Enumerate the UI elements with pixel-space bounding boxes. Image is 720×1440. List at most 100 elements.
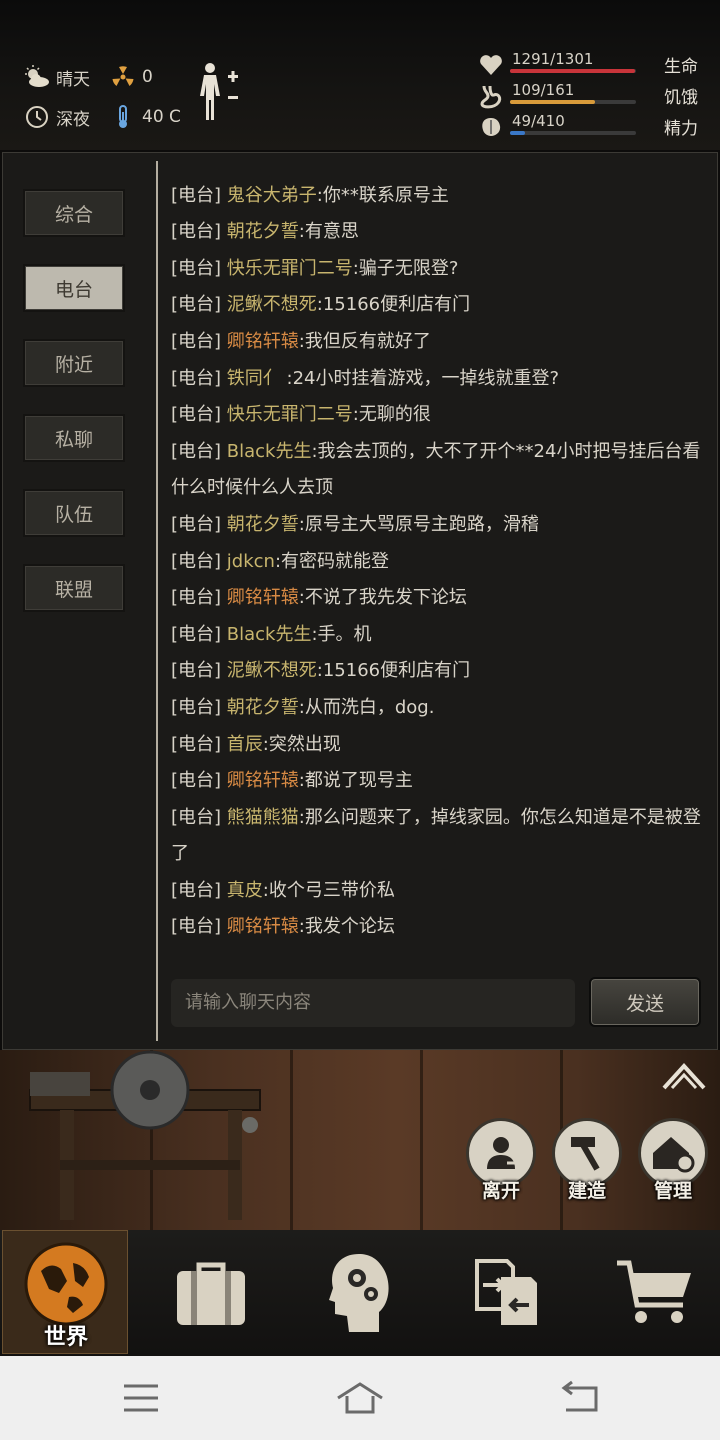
chat-channel-tag: [电台] (171, 367, 222, 389)
nav-world-label: 世界 (43, 1325, 88, 1350)
clock-icon (26, 106, 48, 128)
chat-channel-tag: [电台] (171, 330, 222, 352)
expand-chevron-icon[interactable] (662, 1060, 706, 1092)
suitcase-icon (177, 1262, 245, 1325)
weather-text: 晴天 (56, 69, 90, 90)
chat-sender-name[interactable]: 泥鳅不想死 (227, 167, 317, 169)
back-icon[interactable] (554, 1376, 604, 1420)
chat-channel-tag: [电台] (171, 294, 222, 316)
chat-sender-name[interactable]: Black先生 (227, 624, 312, 645)
bottom-nav: 世界 (0, 1230, 720, 1356)
chat-input[interactable]: 请输入聊天内容 (171, 979, 575, 1027)
chat-sender-name[interactable]: 卿铭轩辕 (227, 587, 299, 608)
chat-sender-name[interactable]: Black先生 (227, 441, 312, 462)
heart-icon (480, 55, 502, 75)
chat-message: [电台] Black先生:我会去顶的，大不了开个**24小时把号挂后台看什么时候… (171, 434, 707, 507)
chat-message: [电台] 卿铭轩辕:都说了现号主 (171, 763, 707, 800)
tab-channel[interactable]: 队伍 (23, 489, 125, 537)
vital-bar (510, 100, 636, 104)
chat-message: [电台] 泥鳅不想死:15166便利店有门 (171, 287, 707, 324)
chat-sender-name[interactable]: 卿铭轩辕 (227, 916, 299, 937)
chat-channel-tag: [电台] (171, 221, 222, 243)
chat-message: [电台] 卿铭轩辕:我发个论坛 (171, 909, 707, 946)
vital-bar (510, 131, 636, 135)
nav-shop-button[interactable] (610, 1248, 700, 1338)
vital-value: 49/410 (512, 112, 565, 130)
action-hammer-build-button[interactable]: 建造 (552, 1118, 624, 1206)
nav-skills-button[interactable] (314, 1248, 404, 1338)
chat-message-text: :从而洗白，dog. (298, 696, 435, 718)
chat-channel-tag: [电台] (171, 513, 222, 535)
saw-bench-image (29, 1050, 261, 1220)
head-gears-icon (329, 1254, 389, 1332)
temperature-status: 40 C (110, 104, 181, 130)
tab-channel[interactable]: 联盟 (23, 564, 125, 612)
chat-message-text: :无聊的很 (352, 404, 431, 426)
action-person-leave-button[interactable]: 离开 (466, 1118, 538, 1206)
chat-message-text: :不说了我先发下论坛 (298, 587, 467, 609)
chat-channel-tag: [电台] (171, 660, 222, 682)
chat-message-text: :有密码就能登 (274, 550, 390, 572)
chat-message: [电台] jdkcn:有密码就能登 (171, 544, 707, 581)
chat-channel-tag: [电台] (171, 879, 222, 901)
action-house-gear-button[interactable]: 管理 (638, 1118, 710, 1206)
chat-sender-name[interactable]: 泥鳅不想死 (227, 294, 317, 315)
chat-message: [电台] 真皮:收个弓三带价私 (171, 873, 707, 910)
chat-sender-name[interactable]: 卿铭轩辕 (227, 770, 299, 791)
tab-channel[interactable]: 电台 (23, 264, 125, 312)
chat-sender-name[interactable]: 朝花夕誓 (227, 697, 299, 718)
chat-message-text: :原号主大骂原号主跑路，滑稽 (298, 513, 539, 535)
chat-sender-name[interactable]: 朝花夕誓 (227, 514, 299, 535)
radiation-value: 0 (142, 67, 153, 87)
chat-message-text: :都说了现号主 (298, 770, 413, 792)
chat-sender-name[interactable]: 快乐无罪门二号 (227, 258, 353, 279)
chat-message: [电台] 快乐无罪门二号:骗子无限登? (171, 251, 707, 288)
chat-sender-name[interactable]: 朝花夕誓 (227, 221, 299, 242)
vital-label: 精力 (664, 119, 698, 139)
chat-message: [电台] 鬼谷大弟子:你**联系原号主 (171, 178, 707, 215)
tab-channel[interactable]: 私聊 (23, 414, 125, 462)
chat-sender-name[interactable]: jdkcn (227, 551, 275, 572)
time-status: 深夜 (24, 104, 90, 130)
chat-message: [电台] 熊猫熊猫:那么问题来了，掉线家园。你怎么知道是不是被登了 (171, 800, 707, 873)
chat-message: [电台] 铁同亻 :24小时挂着游戏，一掉线就重登? (171, 361, 707, 398)
nav-inventory-button[interactable] (166, 1248, 256, 1338)
chat-message: [电台] 朝花夕誓:原号主大骂原号主跑路，滑稽 (171, 507, 707, 544)
menu-icon[interactable] (116, 1376, 166, 1420)
chat-sender-name[interactable]: 快乐无罪门二号 (227, 404, 353, 425)
vital-bar-fill (510, 100, 596, 104)
house-gear-icon (653, 1137, 695, 1173)
chat-sender-name[interactable]: 泥鳅不想死 (227, 660, 317, 681)
radiation-status: 0 (110, 64, 153, 90)
chat-sender-name[interactable]: 熊猫熊猫 (227, 807, 299, 828)
cart-icon (617, 1260, 691, 1323)
chat-message: [电台] 泥鳅不想死:15166便利店有门 (171, 653, 707, 690)
action-label: 建造 (567, 1180, 606, 1202)
chat-channel-tag: [电台] (171, 916, 222, 938)
chat-sender-name[interactable]: 首辰 (227, 734, 263, 755)
chat-sender-name[interactable]: 铁同亻 (227, 368, 281, 389)
chat-sender-name[interactable]: 真皮 (227, 880, 263, 901)
world-globe-icon (24, 1242, 108, 1326)
chat-message-text: :有意思 (298, 221, 359, 243)
chat-message-list[interactable]: [电台] 泥鳅不想死:15166便利店有门 [电台] 鬼谷大弟子:你**联系原号主… (171, 167, 707, 967)
radiation-icon (112, 66, 134, 86)
nav-world-button[interactable]: 世界 (2, 1230, 128, 1354)
send-button[interactable]: 发送 (589, 977, 701, 1027)
tab-channel[interactable]: 附近 (23, 339, 125, 387)
home-icon[interactable] (335, 1376, 385, 1420)
sunny-weather-icon (25, 65, 49, 87)
vital-label: 饥饿 (664, 88, 698, 108)
chat-channel-tag: [电台] (171, 404, 222, 426)
nav-trade-button[interactable] (462, 1248, 552, 1338)
chat-sender-name[interactable]: 卿铭轩辕 (227, 331, 299, 352)
chat-sender-name[interactable]: 鬼谷大弟子 (227, 185, 317, 206)
chat-message: [电台] 卿铭轩辕:不说了我先发下论坛 (171, 580, 707, 617)
tab-channel[interactable]: 综合 (23, 189, 125, 237)
body-status-icon[interactable] (196, 60, 246, 124)
time-text: 深夜 (56, 109, 90, 130)
chat-channel-tag: [电台] (171, 587, 222, 609)
android-system-bar (0, 1356, 720, 1440)
chat-message-text: :我但反有就好了 (298, 330, 431, 352)
exchange-icon (475, 1259, 537, 1325)
